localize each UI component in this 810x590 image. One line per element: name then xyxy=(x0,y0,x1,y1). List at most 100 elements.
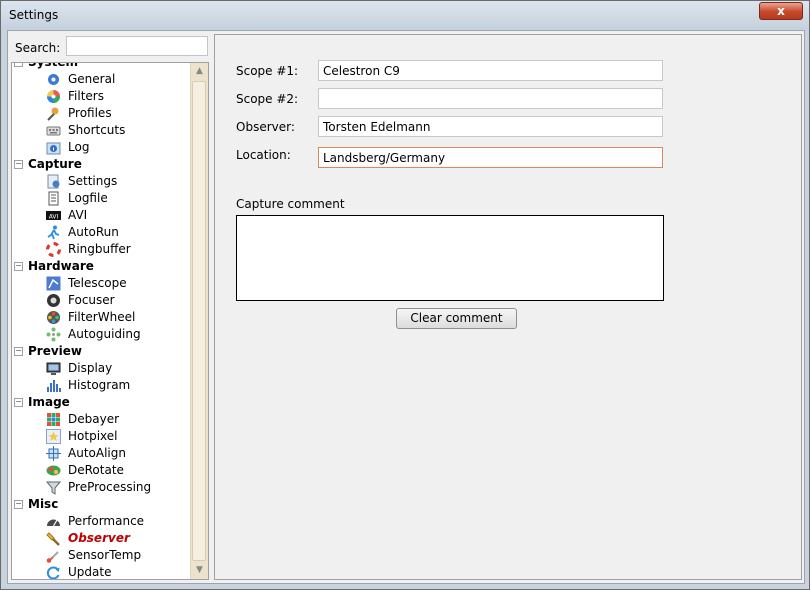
tree-item-label: Telescope xyxy=(68,276,127,290)
tree-item-capture-ringbuffer[interactable]: Ringbuffer xyxy=(12,241,192,258)
telescope-icon xyxy=(46,276,61,291)
tree-item-label: PreProcessing xyxy=(68,480,152,494)
tree-item-capture-autorun[interactable]: AutoRun xyxy=(12,224,192,241)
tree-item-system-log[interactable]: Log xyxy=(12,139,192,156)
collapse-icon[interactable]: − xyxy=(14,500,23,509)
search-input[interactable] xyxy=(66,36,208,56)
tree-category-image[interactable]: − Image xyxy=(12,394,192,411)
tree-item-preview-histogram[interactable]: Histogram xyxy=(12,377,192,394)
scroll-down-arrow-icon[interactable]: ▼ xyxy=(191,562,208,579)
tree-item-hardware-filterwheel[interactable]: FilterWheel xyxy=(12,309,192,326)
scope1-label: Scope #1: xyxy=(236,64,299,78)
gear-icon xyxy=(48,74,59,85)
tree-item-system-general[interactable]: General xyxy=(12,71,192,88)
tree-category-hardware[interactable]: − Hardware xyxy=(12,258,192,275)
tree-category-system[interactable]: − System xyxy=(12,63,192,71)
tree-item-label: Hotpixel xyxy=(68,429,118,443)
tree-item-system-filters[interactable]: Filters xyxy=(12,88,192,105)
observer-input[interactable] xyxy=(318,116,663,137)
tree-item-misc-sensortemp[interactable]: SensorTemp xyxy=(12,547,192,564)
capture-comment-label: Capture comment xyxy=(236,197,345,211)
clear-comment-button[interactable]: Clear comment xyxy=(396,308,517,329)
collapse-icon[interactable]: − xyxy=(14,398,23,407)
tree-item-label: Shortcuts xyxy=(68,123,126,137)
tree-item-label: Log xyxy=(68,140,90,154)
title-bar: Settings x xyxy=(1,1,809,29)
tree-item-image-debayer[interactable]: Debayer xyxy=(12,411,192,428)
focuser-icon xyxy=(47,294,60,307)
autoguiding-icon xyxy=(46,327,61,342)
scope1-input[interactable] xyxy=(318,60,663,81)
tree-item-label: Settings xyxy=(68,174,118,188)
tree-item-system-shortcuts[interactable]: Shortcuts xyxy=(12,122,192,139)
collapse-icon[interactable]: − xyxy=(14,262,23,271)
tree-item-label: Filters xyxy=(68,89,104,103)
tree-item-image-hotpixel[interactable]: Hotpixel xyxy=(12,428,192,445)
tree-category-preview[interactable]: − Preview xyxy=(12,343,192,360)
align-icon xyxy=(46,446,61,461)
collapse-icon[interactable]: − xyxy=(14,160,23,169)
funnel-icon xyxy=(46,481,61,495)
tree-item-label: SensorTemp xyxy=(68,548,142,562)
scope2-input[interactable] xyxy=(318,88,663,109)
tree-item-label: Debayer xyxy=(68,412,120,426)
observer-label: Observer: xyxy=(236,120,295,134)
tree-item-misc-performance[interactable]: Performance xyxy=(12,513,192,530)
tree-item-label: Update xyxy=(68,565,112,579)
tree-item-capture-avi[interactable]: AVI AVI xyxy=(12,207,192,224)
tree-category-capture[interactable]: − Capture xyxy=(12,156,192,173)
tree-item-misc-update[interactable]: Update xyxy=(12,564,192,579)
tree-item-hardware-focuser[interactable]: Focuser xyxy=(12,292,192,309)
tree-item-label: FilterWheel xyxy=(68,310,136,324)
info-icon xyxy=(46,142,61,155)
tree-scrollbar[interactable]: ▲ ▼ xyxy=(190,63,208,579)
dialog-body: Search: − System General Filters Profiles Sho… xyxy=(7,30,805,584)
logfile-icon xyxy=(48,191,59,206)
tree-item-label: Profiles xyxy=(68,106,112,120)
capture-settings-icon xyxy=(47,174,60,189)
collapse-icon[interactable]: − xyxy=(14,347,23,356)
profiles-icon xyxy=(47,107,59,121)
tree-item-image-preprocessing[interactable]: PreProcessing xyxy=(12,479,192,496)
tree-item-image-autoalign[interactable]: AutoAlign xyxy=(12,445,192,462)
tree-item-misc-observer[interactable]: Observer xyxy=(12,530,192,547)
tree-category-label: Image xyxy=(28,395,70,409)
location-input[interactable] xyxy=(318,147,663,168)
settings-window: Settings x Search: − System General Filters… xyxy=(0,0,810,590)
tree-item-capture-settings[interactable]: Settings xyxy=(12,173,192,190)
runner-icon xyxy=(47,225,60,240)
close-button[interactable]: x xyxy=(759,2,803,20)
tree-item-preview-display[interactable]: Display xyxy=(12,360,192,377)
scroll-thumb[interactable] xyxy=(192,81,206,561)
tree-category-label: Preview xyxy=(28,344,83,358)
tree-item-hardware-autoguiding[interactable]: Autoguiding xyxy=(12,326,192,343)
tree-item-label: Display xyxy=(68,361,113,375)
tree-item-hardware-telescope[interactable]: Telescope xyxy=(12,275,192,292)
gauge-icon xyxy=(47,519,60,527)
tree-item-image-derotate[interactable]: DeRotate xyxy=(12,462,192,479)
tree-item-label: Focuser xyxy=(68,293,115,307)
thermometer-icon xyxy=(46,551,59,563)
settings-tree: − System General Filters Profiles Shortcuts Lo… xyxy=(11,62,209,580)
scope2-label: Scope #2: xyxy=(236,92,299,106)
histogram-icon xyxy=(47,380,61,392)
tree-item-label: Ringbuffer xyxy=(68,242,131,256)
tree-category-label: Hardware xyxy=(28,259,94,273)
tree-item-label: Logfile xyxy=(68,191,108,205)
tree-category-label: Misc xyxy=(28,497,59,511)
collapse-icon[interactable]: − xyxy=(14,63,23,67)
tree-category-misc[interactable]: − Misc xyxy=(12,496,192,513)
capture-comment-textarea[interactable] xyxy=(236,215,664,301)
tree-category-label: Capture xyxy=(28,157,82,171)
scroll-up-arrow-icon[interactable]: ▲ xyxy=(191,63,208,80)
tree-item-label: General xyxy=(68,72,116,86)
filterwheel-icon xyxy=(47,311,60,324)
tree-item-label: Autoguiding xyxy=(68,327,141,341)
tree-item-label: Performance xyxy=(68,514,145,528)
tree-item-label: DeRotate xyxy=(68,463,124,477)
tree-item-label: AutoRun xyxy=(68,225,119,239)
tree-item-system-profiles[interactable]: Profiles xyxy=(12,105,192,122)
torch-icon xyxy=(46,532,60,546)
tree-item-capture-logfile[interactable]: Logfile xyxy=(12,190,192,207)
rotate-icon xyxy=(46,465,61,476)
